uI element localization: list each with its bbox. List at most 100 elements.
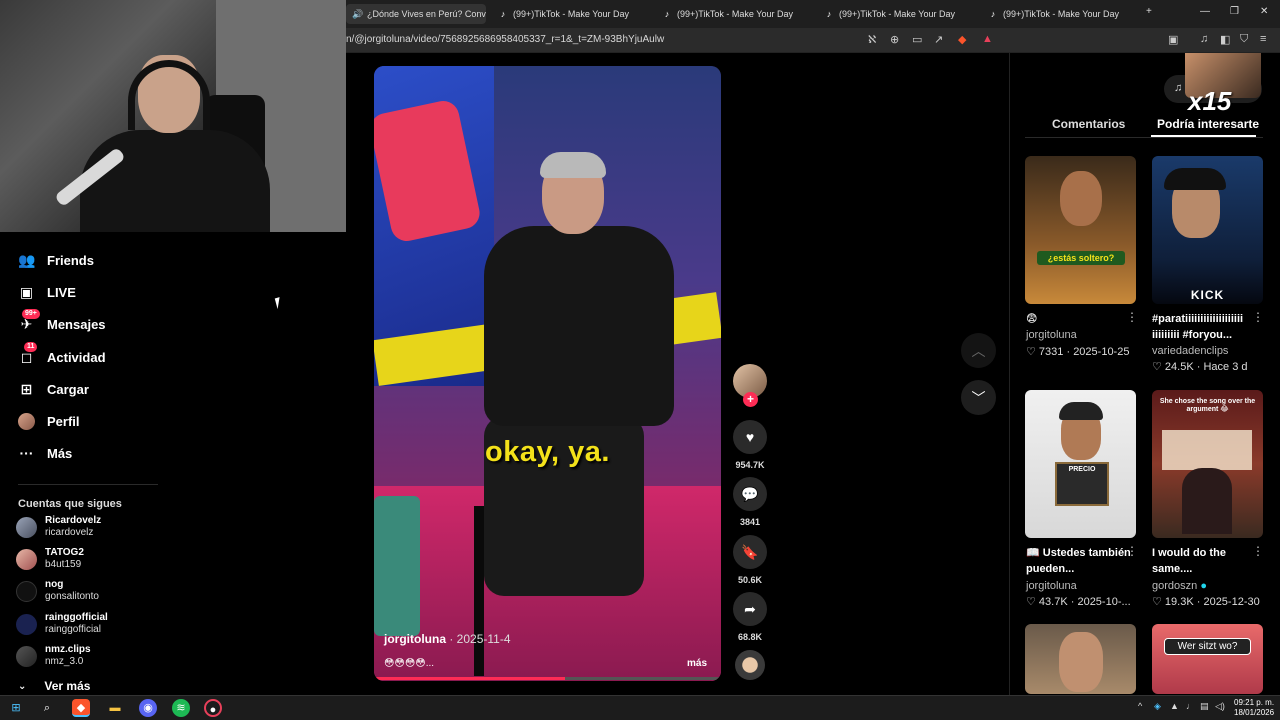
screenshot-icon[interactable]: ▣ xyxy=(1168,33,1178,46)
vpn-icon[interactable]: ⛉ xyxy=(1240,33,1248,46)
like-button[interactable]: ♥ 954.7K xyxy=(733,420,767,470)
following-item[interactable]: TATOG2 b4ut159 xyxy=(16,547,84,571)
brave-browser-icon[interactable]: ◆ xyxy=(72,699,90,717)
tab-tiktok[interactable]: ♪ (99+)TikTok - Make Your Day xyxy=(498,4,648,24)
sidebar-item-profile[interactable]: Perfil xyxy=(18,413,80,430)
see-more-button[interactable]: ⌄ Ver más xyxy=(18,679,90,693)
sidebar-item-label: Friends xyxy=(47,253,94,268)
nvidia-icon[interactable]: ▲ xyxy=(1170,701,1179,711)
tab-recommended[interactable]: Podría interesarte xyxy=(1157,117,1259,131)
volume-icon[interactable]: ◁) xyxy=(1215,701,1225,712)
tab-tiktok[interactable]: ♪ (99+)TikTok - Make Your Day xyxy=(662,4,812,24)
tab-tiktok[interactable]: ♪ (99+)TikTok - Make Your Day xyxy=(824,4,974,24)
network-icon[interactable]: ▤ xyxy=(1200,701,1209,712)
divider xyxy=(18,484,158,485)
card-date: Hace 3 d xyxy=(1203,361,1248,373)
sidebar-item-label: Perfil xyxy=(47,414,80,429)
sidebar-item-friends[interactable]: 👥 Friends xyxy=(18,252,94,269)
next-video-button[interactable]: ﹀ xyxy=(961,380,996,415)
discord-icon[interactable]: ◉ xyxy=(139,699,157,717)
media-icon[interactable]: ♫ xyxy=(1200,33,1208,45)
card-user[interactable]: jorgitoluna xyxy=(1026,329,1077,341)
rewards-icon[interactable]: ▲ xyxy=(982,33,993,45)
new-tab-button[interactable]: + xyxy=(1146,6,1152,17)
minimize-button[interactable]: — xyxy=(1200,6,1210,17)
card-title[interactable]: 📖 Ustedes también pueden... xyxy=(1026,545,1138,577)
following-item[interactable]: rainggofficial rainggofficial xyxy=(16,612,108,636)
like-count: 954.7K xyxy=(735,460,765,470)
sidebar-item-messages[interactable]: ✈ 99+ Mensajes xyxy=(18,309,106,333)
following-name: nog xyxy=(45,579,64,590)
more-options-icon[interactable]: ⋮ xyxy=(1126,310,1138,324)
video-player[interactable]: okay, ya. jorgitoluna · 2025-11-4 😳😳😳😳..… xyxy=(374,66,721,681)
zoom-icon[interactable]: ⊕ xyxy=(890,33,899,46)
restore-button[interactable]: ❐ xyxy=(1230,6,1239,17)
obs-icon[interactable]: ● xyxy=(204,699,222,717)
tray-app-icon[interactable]: ◈ xyxy=(1154,701,1161,712)
more-options-icon[interactable]: ⋮ xyxy=(1126,544,1138,558)
video-card[interactable]: Wer sitzt wo? xyxy=(1152,624,1263,694)
sidebar-icon[interactable]: ◧ xyxy=(1220,33,1230,46)
sidebar-item-live[interactable]: ▣ LIVE xyxy=(18,284,76,301)
menu-icon[interactable]: ≡ xyxy=(1260,33,1266,45)
card-user[interactable]: gordoszn ● xyxy=(1152,580,1207,592)
card-user[interactable]: jorgitoluna xyxy=(1026,580,1077,592)
divider xyxy=(1025,137,1263,138)
more-options-icon[interactable]: ⋮ xyxy=(1252,544,1264,558)
video-card[interactable]: She chose the song over the argument 😂 xyxy=(1152,390,1263,538)
follow-button[interactable]: + xyxy=(743,392,758,407)
video-card[interactable]: PRECIO xyxy=(1025,390,1136,538)
clock[interactable]: 09:21 p. m. 18/01/2026 xyxy=(1234,698,1274,718)
card-user[interactable]: variedadenclips xyxy=(1152,345,1228,357)
card-likes: 24.5K xyxy=(1164,361,1194,373)
card-stats: ♡ 19.3K · 2025-12-30 xyxy=(1152,596,1260,608)
video-caption: okay, ya. xyxy=(485,436,610,468)
more-options-icon[interactable]: ⋮ xyxy=(1252,310,1264,324)
cast-icon[interactable]: ▭ xyxy=(912,33,922,46)
tab-tiktok[interactable]: ♪ (99+)TikTok - Make Your Day xyxy=(988,4,1138,24)
close-window-button[interactable]: ✕ xyxy=(1260,6,1268,17)
card-stats: ♡ 7331 · 2025-10-25 xyxy=(1026,346,1130,358)
card-title[interactable]: #paratiiiiiiiiiiiiiiiiiii iiiiiiiii #for… xyxy=(1152,311,1264,343)
video-card[interactable] xyxy=(1025,624,1136,694)
url-field[interactable]: n/@jorgitoluna/video/7568925686958405337… xyxy=(346,34,664,45)
comment-button[interactable]: 💬 3841 xyxy=(733,477,767,527)
previous-video-button[interactable]: ︿ xyxy=(961,333,996,368)
following-item[interactable]: Ricardovelz ricardovelz xyxy=(16,515,101,539)
windows-start-icon[interactable]: ⊞ xyxy=(7,699,25,717)
following-name: rainggofficial xyxy=(45,612,108,623)
microphone-icon[interactable]: ♩ xyxy=(1186,701,1195,711)
music-disc-icon[interactable] xyxy=(735,650,765,680)
clock-time: 09:21 p. m. xyxy=(1234,698,1275,707)
tab-active[interactable]: 🔊 ¿Dónde Vives en Perú? Conv ✕ xyxy=(346,4,486,24)
following-item[interactable]: nog gonsalitonto xyxy=(16,579,99,603)
author-name[interactable]: jorgitoluna xyxy=(384,632,446,646)
sidebar-item-more[interactable]: ··· Más xyxy=(18,445,73,462)
card-title[interactable]: 😨 xyxy=(1026,311,1138,327)
share-button[interactable]: ➦ 68.8K xyxy=(733,592,767,642)
tab-comments[interactable]: Comentarios xyxy=(1052,117,1125,131)
video-card[interactable]: ¿estás soltero? xyxy=(1025,156,1136,304)
tiktok-icon: ♪ xyxy=(990,9,996,19)
following-item[interactable]: nmz.clips nmz_3.0 xyxy=(16,644,91,668)
video-progress[interactable] xyxy=(374,677,721,680)
card-likes: 43.7K xyxy=(1038,596,1068,608)
tab-label: (99+)TikTok - Make Your Day xyxy=(513,9,629,19)
following-username: nmz_3.0 xyxy=(45,656,84,667)
translate-icon[interactable]: ℵ xyxy=(868,33,876,46)
video-card[interactable]: KICK xyxy=(1152,156,1263,304)
brave-shield-icon[interactable]: ◆ xyxy=(958,33,966,46)
video-author[interactable]: jorgitoluna · 2025-11-4 xyxy=(384,632,511,646)
headphones-icon xyxy=(128,60,210,130)
chevron-up-icon[interactable]: ^ xyxy=(1138,701,1142,711)
spotify-icon[interactable]: ≋ xyxy=(172,699,190,717)
file-explorer-icon[interactable]: ▬ xyxy=(106,699,124,717)
search-icon[interactable]: ⌕ xyxy=(38,699,56,717)
sidebar-item-label: Mensajes xyxy=(47,317,106,332)
more-button[interactable]: más xyxy=(687,658,707,669)
sidebar-item-activity[interactable]: ◻ 11 Actividad xyxy=(18,342,106,366)
save-button[interactable]: 🔖 50.6K xyxy=(733,535,767,585)
card-title[interactable]: I would do the same.... xyxy=(1152,545,1264,577)
sidebar-item-upload[interactable]: ⊞ Cargar xyxy=(18,381,89,398)
share-icon[interactable]: ↗ xyxy=(934,33,943,46)
